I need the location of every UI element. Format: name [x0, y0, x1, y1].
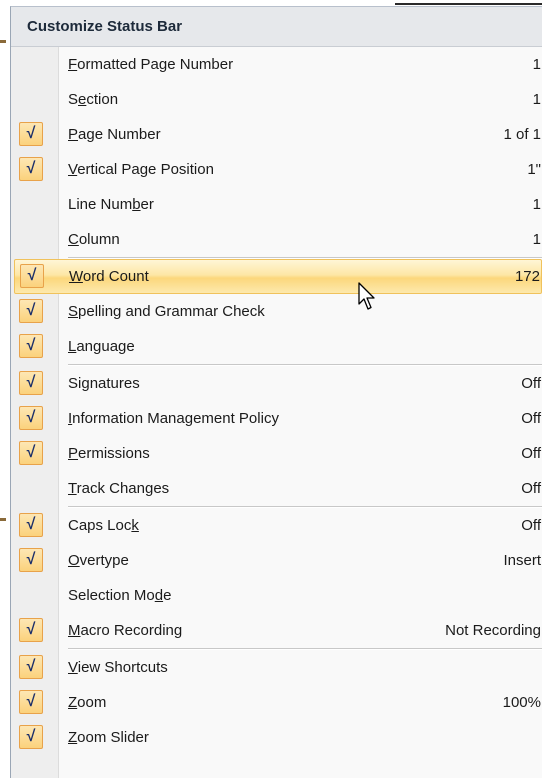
menu-item-page-number[interactable]: √ Page Number 1 of 1	[11, 117, 542, 152]
menu-item-zoom-slider[interactable]: √ Zoom Slider	[11, 720, 542, 755]
checkmark-icon: √	[20, 264, 44, 288]
menu-item-caps-lock[interactable]: √ Caps Lock Off	[11, 508, 542, 543]
background-tick	[0, 40, 6, 43]
checkmark-icon: √	[19, 618, 43, 642]
menu-item-label: Column	[68, 231, 120, 248]
menu-item-label: Formatted Page Number	[68, 56, 234, 73]
checkmark-icon: √	[19, 122, 43, 146]
menu-item-value: 1 of 1	[503, 126, 541, 143]
menu-item-value: 1	[532, 56, 541, 73]
menu-items: Formatted Page Number 1 Section 1 √ Page Numb…	[11, 47, 542, 755]
menu-item-zoom[interactable]: √ Zoom 100%	[11, 685, 542, 720]
checkmark-icon: √	[19, 655, 43, 679]
checkmark-icon: √	[19, 371, 43, 395]
accelerator-key: P	[68, 445, 79, 462]
menu-item-label: View Shortcuts	[68, 659, 168, 676]
accelerator-key: V	[68, 161, 78, 178]
accelerator-key: V	[68, 659, 78, 676]
accelerator-key: d	[154, 587, 164, 604]
checkmark-icon: √	[19, 548, 43, 572]
checkmark-icon: √	[19, 690, 43, 714]
menu-item-label: Macro Recording	[68, 622, 183, 639]
menu-item-label: Vertical Page Position	[68, 161, 214, 178]
menu-item-overtype[interactable]: √ Overtype Insert	[11, 543, 542, 578]
checkmark-icon: √	[19, 406, 43, 430]
accelerator-key: C	[68, 231, 79, 248]
menu-item-track-changes[interactable]: Track Changes Off	[11, 471, 542, 506]
checkmark-icon: √	[19, 157, 43, 181]
menu-item-label: Section	[68, 91, 119, 108]
menu-item-column[interactable]: Column 1	[11, 222, 542, 257]
menu-item-information-management-policy[interactable]: √ Information Management Policy Off	[11, 401, 542, 436]
menu-item-value: 1	[532, 91, 541, 108]
accelerator-key: Z	[68, 694, 78, 711]
menu-item-formatted-page-number[interactable]: Formatted Page Number 1	[11, 47, 542, 82]
menu-item-label: Language	[68, 338, 135, 355]
menu-item-label: Caps Lock	[68, 517, 139, 534]
menu-item-value: Off	[521, 410, 541, 427]
accelerator-key: F	[68, 56, 78, 73]
checkmark-icon: √	[19, 513, 43, 537]
menu-item-value: 1	[532, 231, 541, 248]
checkmark-icon: √	[19, 334, 43, 358]
menu-item-label: Word Count	[69, 268, 149, 285]
menu-title: Customize Status Bar	[27, 18, 183, 35]
accelerator-key: S	[68, 303, 79, 320]
menu-item-value: Off	[521, 480, 541, 497]
menu-item-label: Signatures	[68, 375, 140, 392]
accelerator-key: g	[81, 375, 90, 392]
menu-item-macro-recording[interactable]: √ Macro Recording Not Recording	[11, 613, 542, 648]
menu-item-label: Permissions	[68, 445, 150, 462]
background-tick	[0, 518, 6, 521]
background-edge	[395, 3, 542, 5]
menu-item-label: Zoom Slider	[68, 729, 149, 746]
menu-item-signatures[interactable]: √ Signatures Off	[11, 366, 542, 401]
menu-item-label: Selection Mode	[68, 587, 172, 604]
menu-item-value: 100%	[502, 694, 541, 711]
menu-item-label: Zoom	[68, 694, 107, 711]
menu-item-label: Overtype	[68, 552, 129, 569]
menu-item-value: Insert	[503, 552, 541, 569]
accelerator-key: O	[68, 552, 80, 569]
accelerator-key: T	[68, 480, 77, 497]
menu-item-label: Spelling and Grammar Check	[68, 303, 265, 320]
menu-item-label: Information Management Policy	[68, 410, 279, 427]
accelerator-key: b	[132, 196, 141, 213]
checkmark-icon: √	[19, 441, 43, 465]
menu-item-value: 1	[532, 196, 541, 213]
menu-item-line-number[interactable]: Line Number 1	[11, 187, 542, 222]
menu-item-language[interactable]: √ Language	[11, 329, 542, 364]
menu-item-selection-mode[interactable]: Selection Mode	[11, 578, 542, 613]
menu-item-label: Line Number	[68, 196, 154, 213]
accelerator-key: k	[131, 517, 139, 534]
mouse-cursor-icon	[358, 282, 375, 310]
menu-item-section[interactable]: Section 1	[11, 82, 542, 117]
menu-item-value: 172	[514, 268, 540, 285]
accelerator-key: Z	[68, 729, 78, 746]
menu-item-label: Track Changes	[68, 480, 170, 497]
accelerator-key: M	[68, 622, 81, 639]
checkmark-icon: √	[19, 299, 43, 323]
menu-item-label: Page Number	[68, 126, 161, 143]
checkmark-icon: √	[19, 725, 43, 749]
accelerator-key: P	[68, 126, 79, 143]
menu-item-word-count[interactable]: √ Word Count 172	[14, 259, 542, 294]
menu-item-value: Not Recording	[445, 622, 541, 639]
menu-header: Customize Status Bar	[11, 7, 542, 47]
customize-status-bar-menu: Customize Status Bar Formatted Page Numb…	[10, 6, 542, 778]
accelerator-key: W	[69, 268, 83, 285]
menu-item-value: Off	[521, 445, 541, 462]
menu-item-value: Off	[521, 375, 541, 392]
menu-item-vertical-page-position[interactable]: √ Vertical Page Position 1"	[11, 152, 542, 187]
menu-item-view-shortcuts[interactable]: √ View Shortcuts	[11, 650, 542, 685]
menu-item-spelling-and-grammar-check[interactable]: √ Spelling and Grammar Check	[11, 294, 542, 329]
menu-item-value: Off	[521, 517, 541, 534]
menu-item-permissions[interactable]: √ Permissions Off	[11, 436, 542, 471]
menu-item-value: 1"	[527, 161, 541, 178]
